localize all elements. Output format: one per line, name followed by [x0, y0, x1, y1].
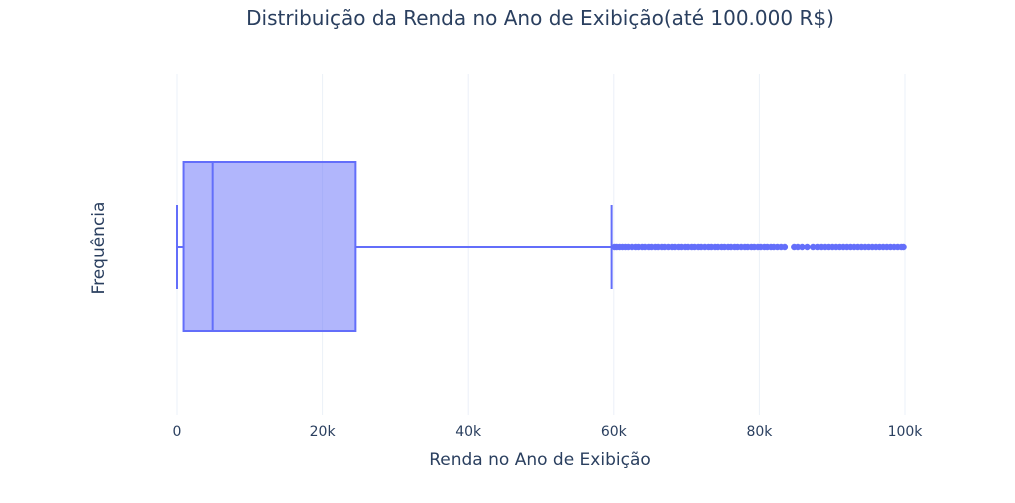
x-tick-label: 100k — [888, 424, 924, 440]
x-tick-label: 60k — [601, 424, 628, 440]
x-tick-label: 40k — [455, 424, 482, 440]
outlier-point — [804, 243, 811, 251]
iqr-box — [182, 161, 357, 332]
x-axis-title: Renda no Ano de Exibição — [429, 450, 651, 470]
x-tick-label: 20k — [310, 424, 337, 440]
x-tick-label: 0 — [173, 424, 182, 440]
outlier-point — [781, 243, 789, 251]
box-plot: 0 20k 40k 60k 80k 100k Renda no Ano de Exibiç… — [89, 74, 924, 470]
y-axis-title: Frequência — [89, 202, 109, 295]
outlier-point — [900, 243, 907, 251]
box-trace — [176, 161, 613, 332]
outlier-points — [611, 243, 907, 251]
x-axis-ticks: 0 20k 40k 60k 80k 100k — [173, 424, 924, 440]
x-tick-label: 80k — [746, 424, 773, 440]
